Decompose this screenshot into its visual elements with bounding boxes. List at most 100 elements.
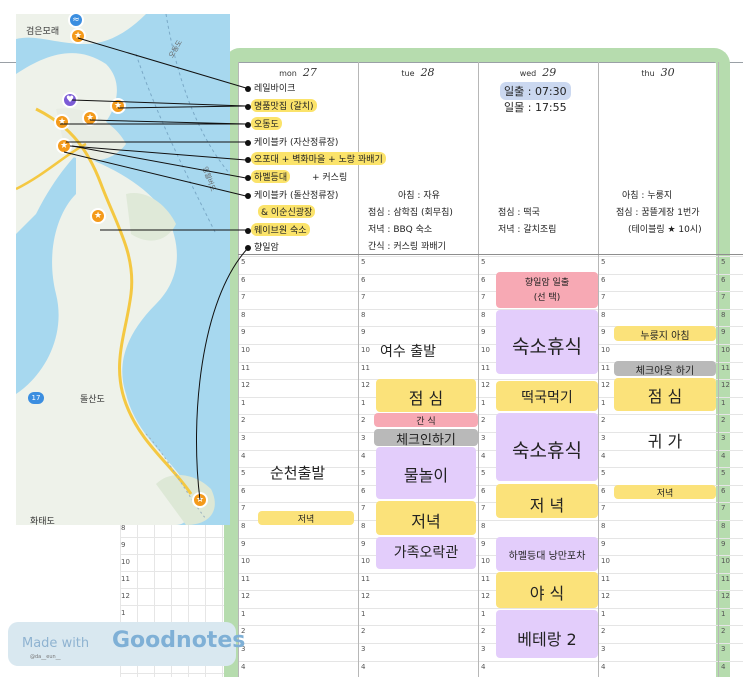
star-pin-icon[interactable]: ★ [54, 114, 70, 130]
hour-row[interactable]: 4 [359, 660, 478, 678]
hour-row[interactable]: 3 [239, 643, 358, 661]
hour-row[interactable]: 10 [719, 343, 743, 362]
hour-row[interactable]: 9 [719, 537, 743, 556]
hour-row[interactable]: 5 [599, 467, 718, 485]
hour-row[interactable]: 1 [359, 607, 478, 626]
hour-row[interactable]: 1 [239, 396, 358, 415]
hour-row[interactable]: 6 [599, 273, 718, 292]
star-pin-icon[interactable]: ★ [56, 138, 72, 154]
hour-row[interactable]: 5 [719, 467, 743, 485]
hour-row[interactable]: 5 [599, 256, 718, 274]
hour-row[interactable]: 8 [239, 308, 358, 327]
hour-row[interactable]: 3 [359, 643, 478, 661]
day-header-wed[interactable]: wed 29 [478, 66, 598, 79]
hour-row[interactable]: 6 [719, 273, 743, 292]
hour-row[interactable]: 10 [239, 555, 358, 573]
hour-row[interactable]: 9 [599, 537, 718, 556]
event-tue-snack-label: 간 식 [416, 417, 436, 427]
hour-row[interactable]: 2 [239, 414, 358, 432]
hour-row[interactable]: 12 [599, 590, 718, 608]
hour-row[interactable]: 8 [479, 519, 598, 538]
heart-pin-icon[interactable]: ♥ [62, 92, 78, 108]
hour-row[interactable]: 11 [359, 361, 478, 380]
hour-row[interactable]: 8 [599, 519, 718, 538]
hour-row[interactable]: 4 [599, 449, 718, 468]
hour-row[interactable]: 2 [719, 625, 743, 643]
hour-row[interactable]: 8 [719, 308, 743, 327]
day-label: tue [401, 69, 415, 78]
list-item: 케이블카 (돌산정류장) [254, 191, 339, 201]
event-thu-home-label[interactable]: 귀 가 [614, 428, 716, 452]
hour-row[interactable]: 2 [359, 625, 478, 643]
day-header-thu[interactable]: thu 30 [598, 66, 718, 79]
event-wed-snack-label: 야 식 [529, 584, 565, 603]
star-pin-icon[interactable]: ★ [82, 110, 98, 126]
hour-row[interactable]: 1 [719, 607, 743, 626]
hour-row[interactable]: 2 [719, 414, 743, 432]
hour-row[interactable]: 10 [599, 343, 718, 362]
hour-row[interactable]: 5 [719, 256, 743, 274]
star-pin-icon[interactable]: ★ [110, 98, 126, 114]
hour-row[interactable]: 7 [599, 291, 718, 309]
day-header-tue[interactable]: tue 28 [358, 66, 478, 79]
hour-row[interactable]: 11 [719, 572, 743, 591]
hour-row[interactable]: 12 [719, 379, 743, 397]
hour-row[interactable]: 12 [719, 590, 743, 608]
hour-row[interactable]: 3 [239, 431, 358, 450]
hour-row[interactable]: 7 [719, 502, 743, 520]
star-pin-icon[interactable]: ★ [90, 208, 106, 224]
hour-row[interactable]: 7 [239, 291, 358, 309]
hour-row[interactable]: 4 [599, 660, 718, 678]
hour-row[interactable]: 5 [239, 256, 358, 274]
hour-row[interactable]: 6 [239, 484, 358, 503]
hour-row[interactable]: 7 [599, 502, 718, 520]
hour-row[interactable]: 12 [239, 590, 358, 608]
hour-row[interactable]: 12 [239, 379, 358, 397]
hour-row[interactable]: 3 [719, 643, 743, 661]
hour-row[interactable]: 4 [239, 660, 358, 678]
hour-row[interactable]: 2 [239, 625, 358, 643]
tue-meal-note: 점심 : 삼학집 (회무침) [368, 208, 453, 218]
hour-row[interactable]: 7 [719, 291, 743, 309]
star-pin-icon[interactable]: ★ [192, 492, 208, 508]
hour-row[interactable]: 6 [719, 484, 743, 503]
list-item: & 이순신광장 [258, 205, 316, 218]
bullet-dot [245, 86, 251, 92]
hour-row[interactable]: 5 [479, 256, 598, 274]
event-wed-rest1-label: 숙소휴식 [512, 336, 582, 358]
event-mon-depart[interactable]: 순천출발 [270, 462, 325, 483]
hour-row[interactable]: 12 [359, 590, 478, 608]
map-label-hwataedo: 화태도 [30, 517, 55, 525]
hour-row[interactable]: 6 [359, 273, 478, 292]
hour-row[interactable]: 9 [719, 326, 743, 344]
hour-row[interactable]: 10 [719, 555, 743, 573]
event-tue-depart[interactable]: 여수 출발 [380, 341, 436, 361]
hour-row[interactable]: 8 [599, 308, 718, 327]
hour-row[interactable]: 1 [599, 607, 718, 626]
star-pin-icon[interactable]: ★ [70, 28, 86, 44]
hour-row[interactable]: 1 [239, 607, 358, 626]
day-header-mon[interactable]: mon 27 [238, 66, 358, 79]
hour-row[interactable]: 8 [359, 308, 478, 327]
hour-row[interactable]: 11 [239, 572, 358, 591]
hour-row[interactable]: 9 [239, 537, 358, 556]
hour-row[interactable]: 10 [239, 343, 358, 362]
hour-row[interactable]: 4 [719, 449, 743, 468]
hour-row[interactable]: 11 [359, 572, 478, 591]
hour-row[interactable]: 1 [719, 396, 743, 415]
hour-row[interactable]: 4 [479, 660, 598, 678]
map-panel[interactable]: 검은모래 돌산도 화태도 오동도 영월버드 ≈ ★ ♥ ★ ★ ★ ★ ★ ★ … [16, 14, 230, 525]
hour-row[interactable]: 2 [599, 625, 718, 643]
hour-row[interactable]: 8 [719, 519, 743, 538]
hour-row[interactable]: 11 [239, 361, 358, 380]
hour-row[interactable]: 11 [599, 572, 718, 591]
hour-row[interactable]: 4 [719, 660, 743, 678]
hour-row[interactable]: 9 [239, 326, 358, 344]
hour-row[interactable]: 10 [599, 555, 718, 573]
hour-row[interactable]: 6 [239, 273, 358, 292]
hour-row[interactable]: 5 [359, 256, 478, 274]
hour-row[interactable]: 7 [359, 291, 478, 309]
hour-row[interactable]: 3 [599, 643, 718, 661]
hour-row[interactable]: 11 [719, 361, 743, 380]
hour-row[interactable]: 3 [719, 431, 743, 450]
